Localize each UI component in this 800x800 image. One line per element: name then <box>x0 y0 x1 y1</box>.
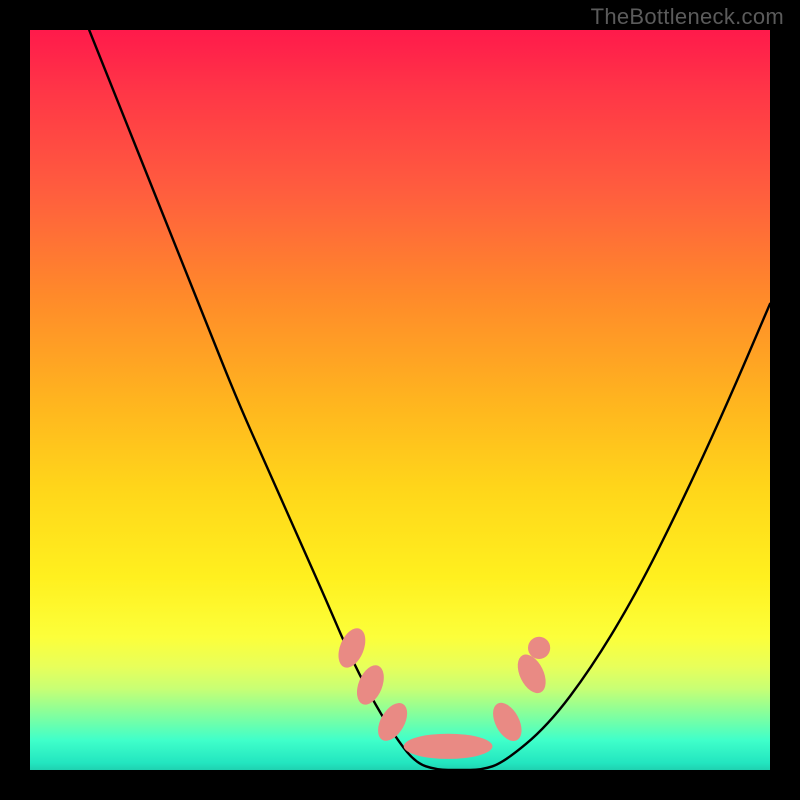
curve-marker <box>404 734 493 759</box>
curve-layer <box>30 30 770 770</box>
plot-area <box>30 30 770 770</box>
curve-marker <box>487 698 527 746</box>
marker-layer <box>333 624 551 759</box>
chart-frame: TheBottleneck.com <box>0 0 800 800</box>
curve-marker <box>528 637 550 659</box>
curve-marker <box>372 698 413 746</box>
bottleneck-curve <box>89 30 770 770</box>
curve-marker <box>512 650 551 698</box>
watermark-label: TheBottleneck.com <box>591 4 784 30</box>
